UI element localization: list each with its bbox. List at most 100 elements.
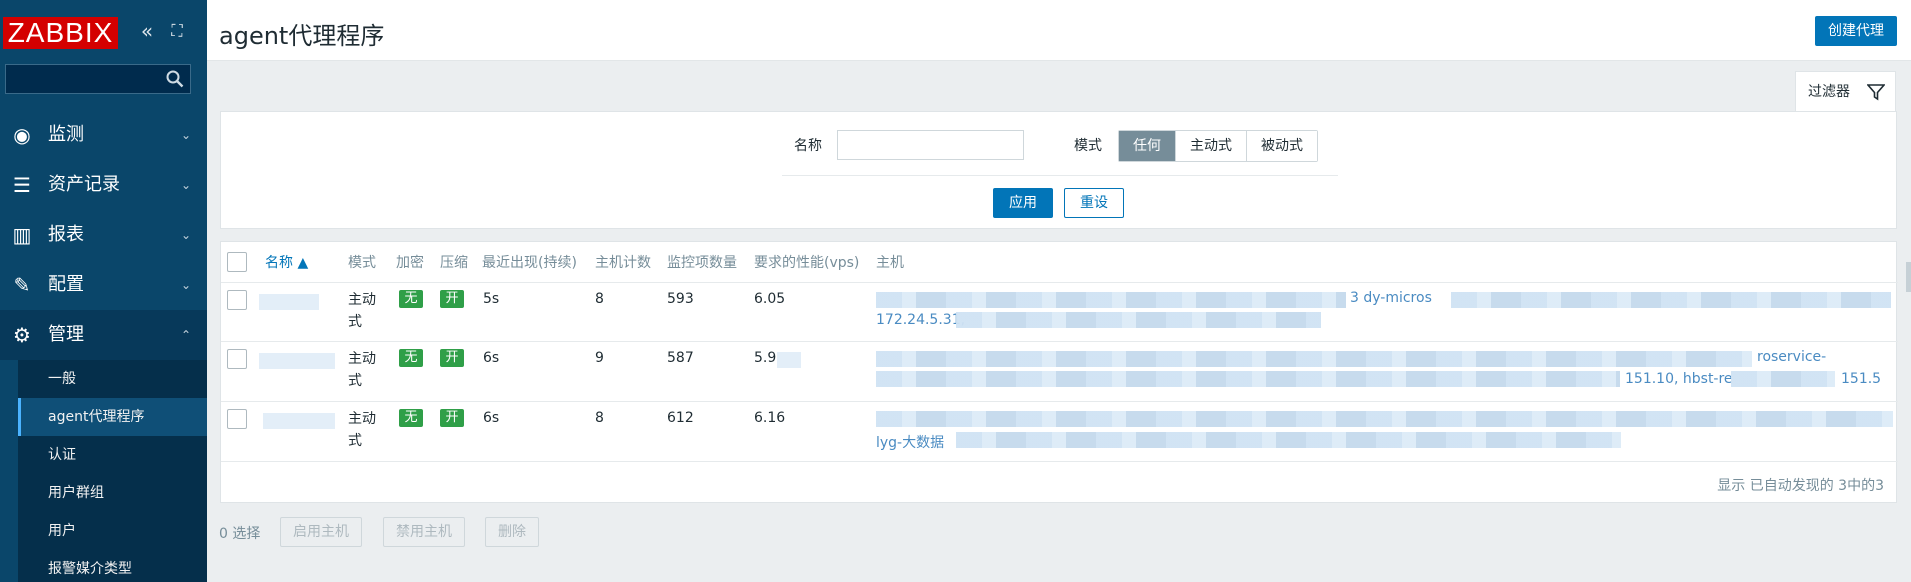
nav-label: 监测	[48, 124, 84, 145]
submenu-users[interactable]: 用户	[18, 512, 207, 550]
column-encryption: 加密	[396, 255, 424, 271]
select-all-checkbox[interactable]	[227, 252, 247, 272]
nav-administration[interactable]: ⚙ 管理 ⌃	[0, 310, 207, 360]
submenu-agent-proxies[interactable]: agent代理程序	[18, 398, 207, 436]
vps-redacted	[777, 352, 801, 368]
selected-count: 0 选择	[219, 526, 261, 542]
chevron-down-icon: ⌄	[180, 128, 191, 142]
hosts-redacted	[876, 351, 1752, 367]
search-icon[interactable]	[166, 70, 184, 88]
item-count-cell: 593	[667, 291, 694, 307]
nav-label: 资产记录	[48, 174, 120, 195]
encryption-badge: 无	[399, 409, 423, 427]
row-separator	[221, 461, 1898, 462]
last-seen-cell: 6s	[483, 410, 500, 426]
zabbix-logo[interactable]: ZABBIX	[3, 17, 118, 49]
name-input[interactable]	[837, 130, 1024, 160]
submenu-general[interactable]: 一般	[18, 360, 207, 398]
compression-badge: 开	[440, 409, 464, 427]
hosts-redacted	[876, 411, 1893, 427]
nav-reports[interactable]: ▥ 报表 ⌄	[0, 210, 207, 260]
filter-divider	[782, 175, 1338, 176]
hosts-redacted	[876, 371, 1620, 387]
row-checkbox[interactable]	[227, 349, 247, 369]
hosts-redacted	[956, 312, 1321, 328]
nav-label: 管理	[48, 324, 84, 345]
chevron-up-icon: ⌃	[180, 328, 191, 342]
column-host-count: 主机计数	[595, 255, 651, 271]
proxy-table: 名称 ▲ 模式 加密 压缩 最近出现(持续) 主机计数 监控项数量 要求的性能(…	[220, 241, 1898, 503]
filter-panel: 名称 模式 任何 主动式 被动式 应用 重设	[220, 111, 1897, 229]
eye-icon: ◉	[13, 123, 31, 147]
column-mode: 模式	[348, 255, 376, 271]
reset-button[interactable]: 重设	[1064, 188, 1124, 218]
mode-option-active[interactable]: 主动式	[1175, 131, 1246, 161]
submenu-user-groups[interactable]: 用户群组	[18, 474, 207, 512]
hosts-redacted	[956, 432, 1621, 448]
nav-configuration[interactable]: ✎ 配置 ⌄	[0, 260, 207, 310]
mode-option-any[interactable]: 任何	[1119, 131, 1175, 161]
mode-option-passive[interactable]: 被动式	[1246, 131, 1317, 161]
row-checkbox[interactable]	[227, 290, 247, 310]
host-count-cell: 8	[595, 410, 604, 426]
host-link[interactable]: 3 dy-micros	[1350, 290, 1432, 306]
compression-badge: 开	[440, 349, 464, 367]
proxy-name-redacted[interactable]	[259, 294, 319, 310]
row-separator	[221, 282, 1898, 283]
name-label: 名称	[794, 138, 822, 154]
vps-cell: 6.05	[754, 291, 786, 307]
encryption-badge: 无	[399, 290, 423, 308]
host-link[interactable]: lyg-大数据	[876, 432, 944, 452]
bar-chart-icon: ▥	[12, 223, 32, 247]
nav-label: 报表	[48, 224, 84, 245]
proxy-name-redacted[interactable]	[263, 413, 335, 429]
nav-label: 配置	[48, 274, 84, 295]
row-separator	[221, 341, 1898, 342]
administration-submenu: 一般 agent代理程序 认证 用户群组 用户 报警媒介类型	[18, 360, 207, 582]
table-footer-count: 显示 已自动发现的 3中的3	[1717, 478, 1884, 494]
hosts-redacted	[1731, 371, 1835, 387]
host-link[interactable]: 151.5	[1841, 371, 1881, 387]
scrollbar-marker[interactable]	[1906, 262, 1911, 292]
column-last-seen: 最近出现(持续)	[482, 255, 577, 271]
filter-icon	[1867, 84, 1885, 101]
column-required-performance: 要求的性能(vps)	[754, 255, 860, 271]
proxy-name-redacted[interactable]	[259, 353, 335, 369]
encryption-badge: 无	[399, 349, 423, 367]
filter-tab[interactable]: 过滤器	[1795, 71, 1896, 111]
host-link[interactable]: 151.10, hbst-re	[1625, 371, 1733, 387]
nav-inventory[interactable]: ☰ 资产记录 ⌄	[0, 160, 207, 210]
list-icon: ☰	[13, 173, 31, 197]
chevron-down-icon: ⌄	[180, 278, 191, 292]
last-seen-cell: 5s	[483, 291, 500, 307]
vps-cell: 5.9	[754, 350, 777, 366]
row-checkbox[interactable]	[227, 409, 247, 429]
mode-segmented-control: 任何 主动式 被动式	[1118, 130, 1318, 162]
host-count-cell: 8	[595, 291, 604, 307]
submenu-media-types[interactable]: 报警媒介类型	[18, 550, 207, 582]
kiosk-mode-icon[interactable]: ⛶	[166, 20, 188, 42]
mode-label: 模式	[1074, 138, 1102, 154]
mode-cell: 主动式	[348, 351, 376, 389]
nav-monitoring[interactable]: ◉ 监测 ⌄	[0, 110, 207, 160]
delete-button[interactable]: 删除	[485, 517, 539, 547]
create-proxy-button[interactable]: 创建代理	[1815, 16, 1897, 46]
chevron-down-icon: ⌄	[180, 228, 191, 242]
filter-tab-label: 过滤器	[1808, 84, 1850, 100]
host-link[interactable]: roservice-	[1757, 349, 1826, 365]
enable-hosts-button[interactable]: 启用主机	[280, 517, 362, 547]
column-name[interactable]: 名称 ▲	[265, 252, 308, 272]
submenu-authentication[interactable]: 认证	[18, 436, 207, 474]
wrench-icon: ✎	[13, 273, 31, 297]
hosts-redacted	[1451, 292, 1891, 308]
compression-badge: 开	[440, 290, 464, 308]
gear-icon: ⚙	[13, 323, 31, 347]
apply-button[interactable]: 应用	[993, 188, 1053, 218]
host-link[interactable]: 172.24.5.31,	[876, 312, 965, 328]
collapse-sidebar-icon[interactable]: «	[136, 20, 158, 42]
disable-hosts-button[interactable]: 禁用主机	[383, 517, 465, 547]
sidebar-search[interactable]	[5, 64, 191, 94]
mode-cell: 主动式	[348, 292, 376, 330]
row-separator	[221, 401, 1898, 402]
item-count-cell: 587	[667, 350, 694, 366]
